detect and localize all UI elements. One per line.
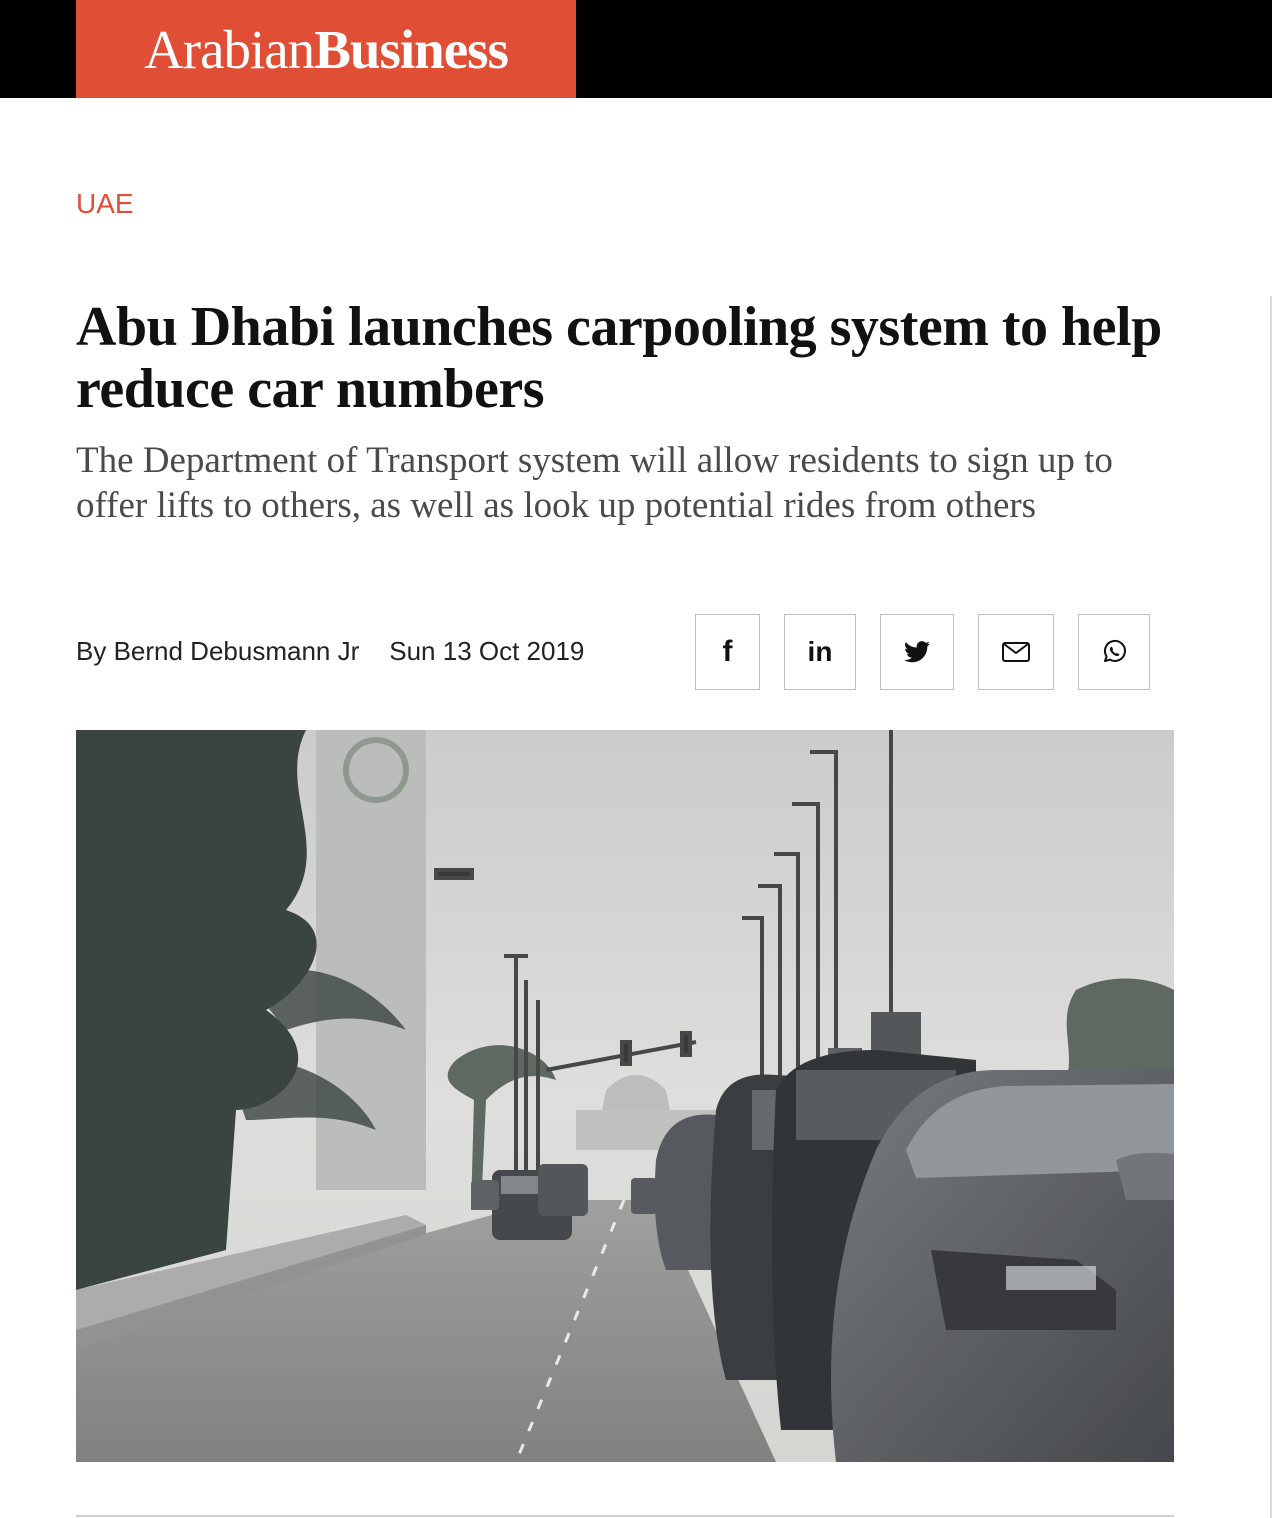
article-subheadline: The Department of Transport system will … — [76, 440, 1113, 526]
share-twitter-button[interactable] — [880, 614, 954, 690]
hero-image — [76, 730, 1174, 1462]
share-linkedin-button[interactable]: in — [784, 614, 856, 690]
arabian-business-logo[interactable]: Arabian Business — [76, 0, 576, 98]
author-name[interactable]: By Bernd Debusmann Jr — [76, 636, 359, 667]
facebook-icon: f — [722, 635, 733, 668]
article-headline: Abu Dhabi launches carpooling system to … — [76, 296, 1162, 420]
envelope-icon — [1002, 642, 1030, 662]
logo-text-light: Arabian — [144, 18, 315, 80]
content-divider — [76, 1515, 1174, 1517]
share-whatsapp-button[interactable] — [1078, 614, 1150, 690]
twitter-icon — [904, 641, 930, 663]
whatsapp-icon — [1103, 639, 1126, 662]
byline: By Bernd Debusmann Jr Sun 13 Oct 2019 — [76, 636, 584, 667]
category-link[interactable]: UAE — [76, 188, 134, 220]
publish-date: Sun 13 Oct 2019 — [389, 636, 585, 666]
share-email-button[interactable] — [978, 614, 1054, 690]
logo-text-bold: Business — [314, 18, 509, 80]
share-facebook-button[interactable]: f — [695, 614, 760, 690]
linkedin-icon: in — [807, 636, 833, 667]
